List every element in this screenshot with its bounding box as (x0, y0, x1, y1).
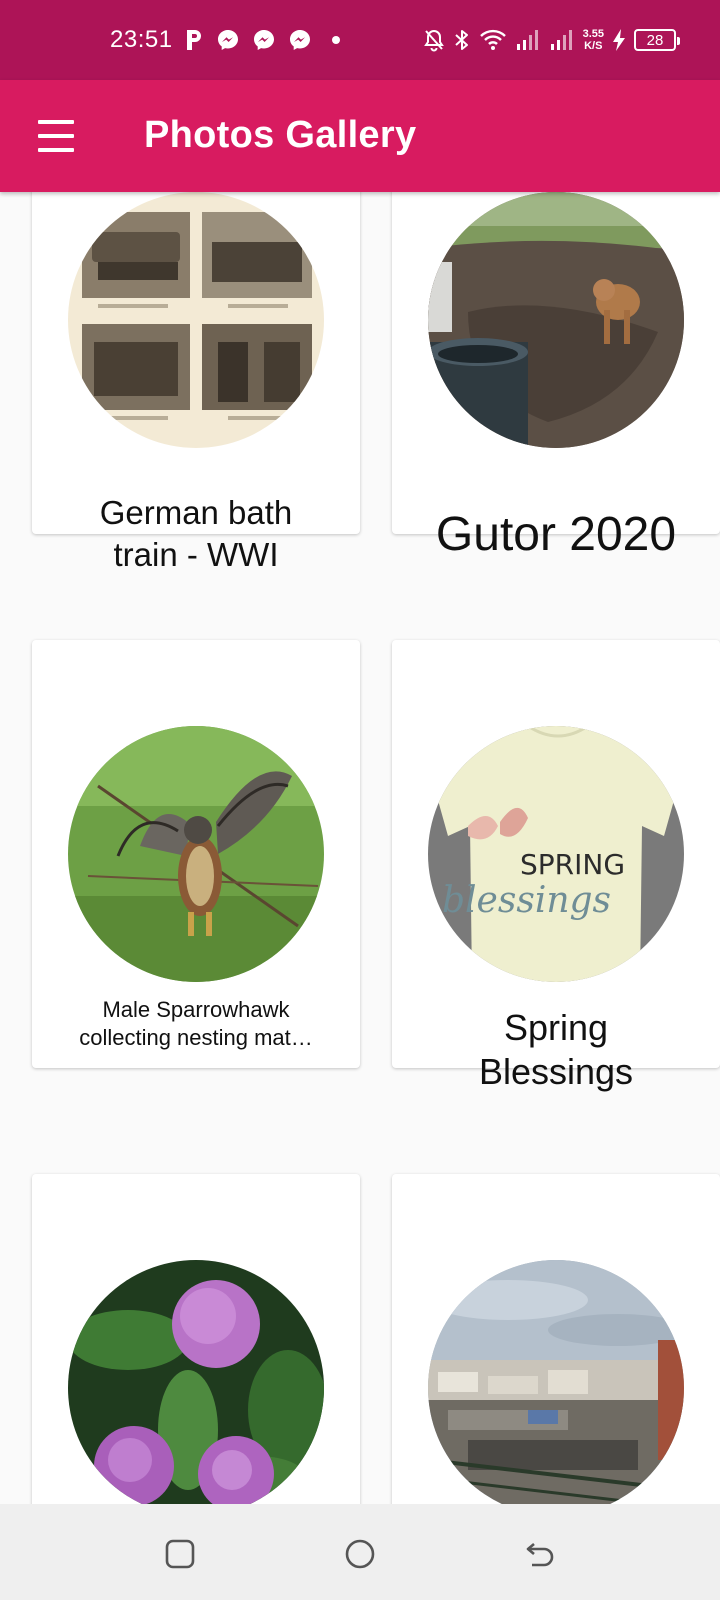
signal-icon (515, 28, 541, 52)
menu-icon[interactable] (32, 114, 80, 158)
svg-text:blessings: blessings (442, 880, 611, 921)
gallery-card[interactable]: German bath train - WWI (32, 192, 360, 573)
messenger-icon (216, 28, 240, 52)
battery-level: 28 (646, 31, 664, 49)
notification-icons (184, 26, 348, 54)
photo-caption: Male Sparrowhawk collecting nesting mat… (79, 997, 313, 1050)
network-speed: 3.55 K/S (583, 28, 604, 52)
system-navigation-bar (0, 1504, 720, 1600)
network-speed-unit: K/S (584, 40, 603, 52)
photo-thumbnail (428, 192, 684, 448)
gallery-card[interactable]: Gutor 2020 (392, 192, 720, 561)
svg-text:SPRING: SPRING (520, 848, 625, 881)
parking-app-icon (184, 28, 204, 52)
gallery-card[interactable] (392, 1174, 720, 1504)
photo-thumbnail (68, 726, 324, 982)
charging-icon (612, 28, 626, 52)
photo-thumbnail (428, 1260, 684, 1504)
home-button[interactable] (340, 1534, 380, 1574)
photo-thumbnail (68, 192, 324, 448)
more-notifications-dot-icon (324, 28, 348, 52)
photo-thumbnail (68, 1260, 324, 1504)
bell-off-icon (423, 28, 445, 52)
gallery-grid[interactable]: German bath train - WWI Gutor 2020 Male … (0, 192, 720, 1504)
status-bar: 23:51 3.55 K/S 28 (0, 0, 720, 80)
messenger-icon (252, 28, 276, 52)
signal-icon (549, 28, 575, 52)
photo-caption: German bath train - WWI (99, 494, 293, 573)
recent-apps-button[interactable] (160, 1534, 200, 1574)
gallery-card[interactable]: Male Sparrowhawk collecting nesting mat… (32, 640, 360, 1068)
gallery-card[interactable] (32, 1174, 360, 1504)
system-icons: 3.55 K/S 28 (423, 22, 680, 58)
messenger-icon (288, 28, 312, 52)
back-arrow-icon (526, 1543, 554, 1567)
app-bar: Photos Gallery (0, 80, 720, 192)
photo-caption: Spring Blessings (478, 1007, 634, 1092)
page-title: Photos Gallery (144, 114, 417, 156)
status-time: 23:51 (110, 26, 173, 53)
bluetooth-icon (453, 28, 471, 52)
square-icon (165, 1539, 195, 1569)
photo-caption: Gutor 2020 (435, 508, 677, 561)
battery-indicator: 28 (634, 29, 680, 51)
network-speed-value: 3.55 (582, 28, 604, 40)
wifi-icon (479, 28, 507, 52)
circle-icon (345, 1539, 375, 1569)
gallery-card[interactable]: SPRING blessings Spring Blessings (392, 640, 720, 1092)
back-button[interactable] (520, 1534, 560, 1574)
photo-thumbnail: SPRING blessings (428, 726, 684, 982)
